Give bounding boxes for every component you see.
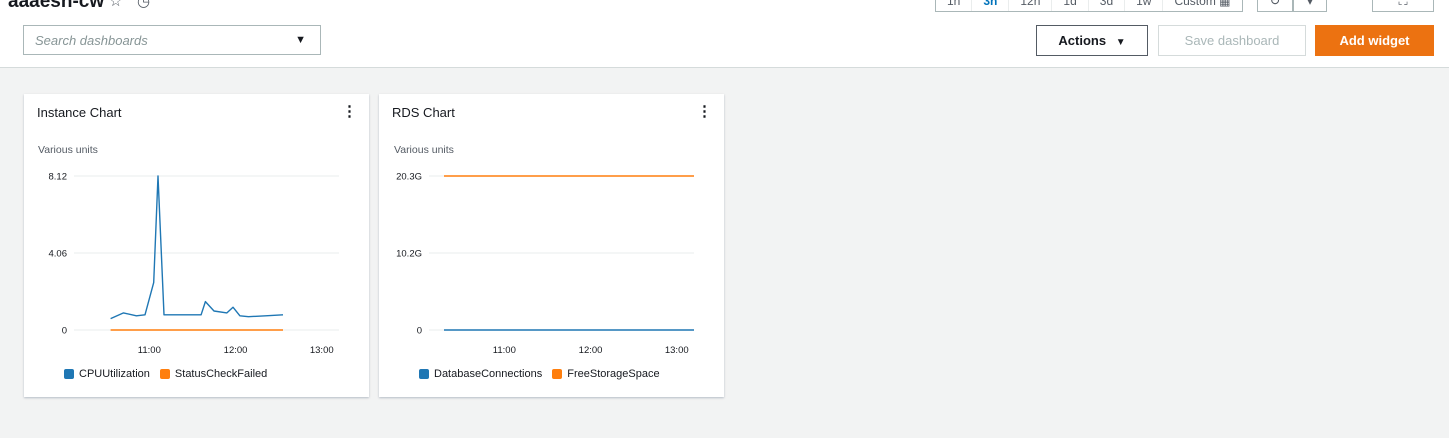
x-tick-label: 13:00 xyxy=(665,345,689,356)
legend-swatch xyxy=(64,369,74,379)
legend-label: DatabaseConnections xyxy=(434,368,543,380)
search-dashboards-input[interactable]: Search dashboards ▼ xyxy=(23,25,321,55)
legend-label: CPUUtilization xyxy=(79,368,150,380)
refresh-icon: ↻ xyxy=(1269,0,1281,8)
refresh-button[interactable]: ↻ xyxy=(1257,0,1293,12)
y-tick-label: 10.2G xyxy=(396,249,422,260)
time-range-1w[interactable]: 1w xyxy=(1125,0,1164,11)
refresh-options-button[interactable]: ▾ xyxy=(1293,0,1327,12)
chevron-down-icon: ▾ xyxy=(1306,0,1314,8)
legend-item-cpuutilization[interactable]: CPUUtilization xyxy=(64,368,150,380)
widget-title: Instance Chart xyxy=(37,105,122,120)
widget-instance-chart: Various units 0 4.06 8.12 11:00 12:00 13:00 … xyxy=(24,94,369,397)
x-tick-label: 11:00 xyxy=(138,345,161,356)
y-tick-label: 0 xyxy=(417,326,422,337)
legend-swatch xyxy=(419,369,429,379)
fullscreen-icon: ⛶ xyxy=(1398,0,1408,8)
widget-title: RDS Chart xyxy=(392,105,455,120)
y-axis-unit-label: Various units xyxy=(394,144,454,156)
legend-label: StatusCheckFailed xyxy=(174,368,268,380)
caret-down-icon: ▼ xyxy=(1115,37,1126,48)
caret-down-icon: ▼ xyxy=(295,34,306,46)
star-icon[interactable]: ☆ xyxy=(109,0,122,10)
save-dashboard-button[interactable]: Save dashboard xyxy=(1158,25,1306,56)
dashboard-header: aaaesh-cw ☆ ◷ 1h 3h 12h 1d 3d 1w Custom … xyxy=(0,0,1449,68)
x-tick-label: 12:00 xyxy=(224,345,248,356)
legend-item-databaseconnections[interactable]: DatabaseConnections xyxy=(419,368,542,380)
y-tick-label: 0 xyxy=(62,326,67,337)
calendar-icon: ▦ xyxy=(1219,0,1231,8)
search-placeholder: Search dashboards xyxy=(35,33,148,48)
y-tick-label: 4.06 xyxy=(49,249,68,260)
time-range-3h[interactable]: 3h xyxy=(972,0,1010,11)
time-range-1h[interactable]: 1h xyxy=(936,0,973,11)
time-range-1d[interactable]: 1d xyxy=(1052,0,1089,11)
chart-legend: DatabaseConnections FreeStorageSpace xyxy=(419,368,670,380)
series-line-cpuutilization[interactable] xyxy=(110,175,284,320)
more-options-icon[interactable]: ⋮ xyxy=(342,102,357,120)
history-icon[interactable]: ◷ xyxy=(137,0,150,10)
legend-swatch xyxy=(552,369,563,379)
dashboard-title: aaaesh-cw xyxy=(8,0,105,12)
rds-chart-svg: Various units 0 10.2G 20.3G 11:00 12:00 13:0… xyxy=(394,144,694,356)
legend-item-statuscheckfailed[interactable]: StatusCheckFailed xyxy=(159,368,268,380)
time-range-custom[interactable]: Custom ▦ xyxy=(1163,0,1241,11)
custom-range-label: Custom xyxy=(1174,0,1216,8)
chart-legend: CPUUtilization StatusCheckFailed xyxy=(64,368,277,380)
legend-item-freestoragespace[interactable]: FreeStorageSpace xyxy=(552,368,660,380)
add-widget-button[interactable]: Add widget xyxy=(1315,25,1434,56)
x-tick-label: 11:00 xyxy=(493,345,516,356)
legend-swatch xyxy=(159,369,170,379)
widget-rds-chart: Various units 0 10.2G 20.3G 11:00 12:00 13:0… xyxy=(379,94,724,397)
time-range-selector: 1h 3h 12h 1d 3d 1w Custom ▦ xyxy=(935,0,1243,12)
actions-button[interactable]: Actions ▼ xyxy=(1036,25,1148,56)
time-range-3d[interactable]: 3d xyxy=(1089,0,1126,11)
y-axis-unit-label: Various units xyxy=(38,144,98,156)
actions-label: Actions xyxy=(1058,33,1107,48)
fullscreen-button[interactable]: ⛶ xyxy=(1372,0,1434,12)
instance-chart-svg: Various units 0 4.06 8.12 11:00 12:00 13:00 xyxy=(38,144,339,356)
more-options-icon[interactable]: ⋮ xyxy=(697,102,712,120)
time-range-12h[interactable]: 12h xyxy=(1009,0,1053,11)
y-tick-label: 20.3G xyxy=(396,172,422,183)
x-tick-label: 13:00 xyxy=(310,345,334,356)
legend-label: FreeStorageSpace xyxy=(567,368,660,380)
x-tick-label: 12:00 xyxy=(579,345,603,356)
y-tick-label: 8.12 xyxy=(49,172,68,183)
